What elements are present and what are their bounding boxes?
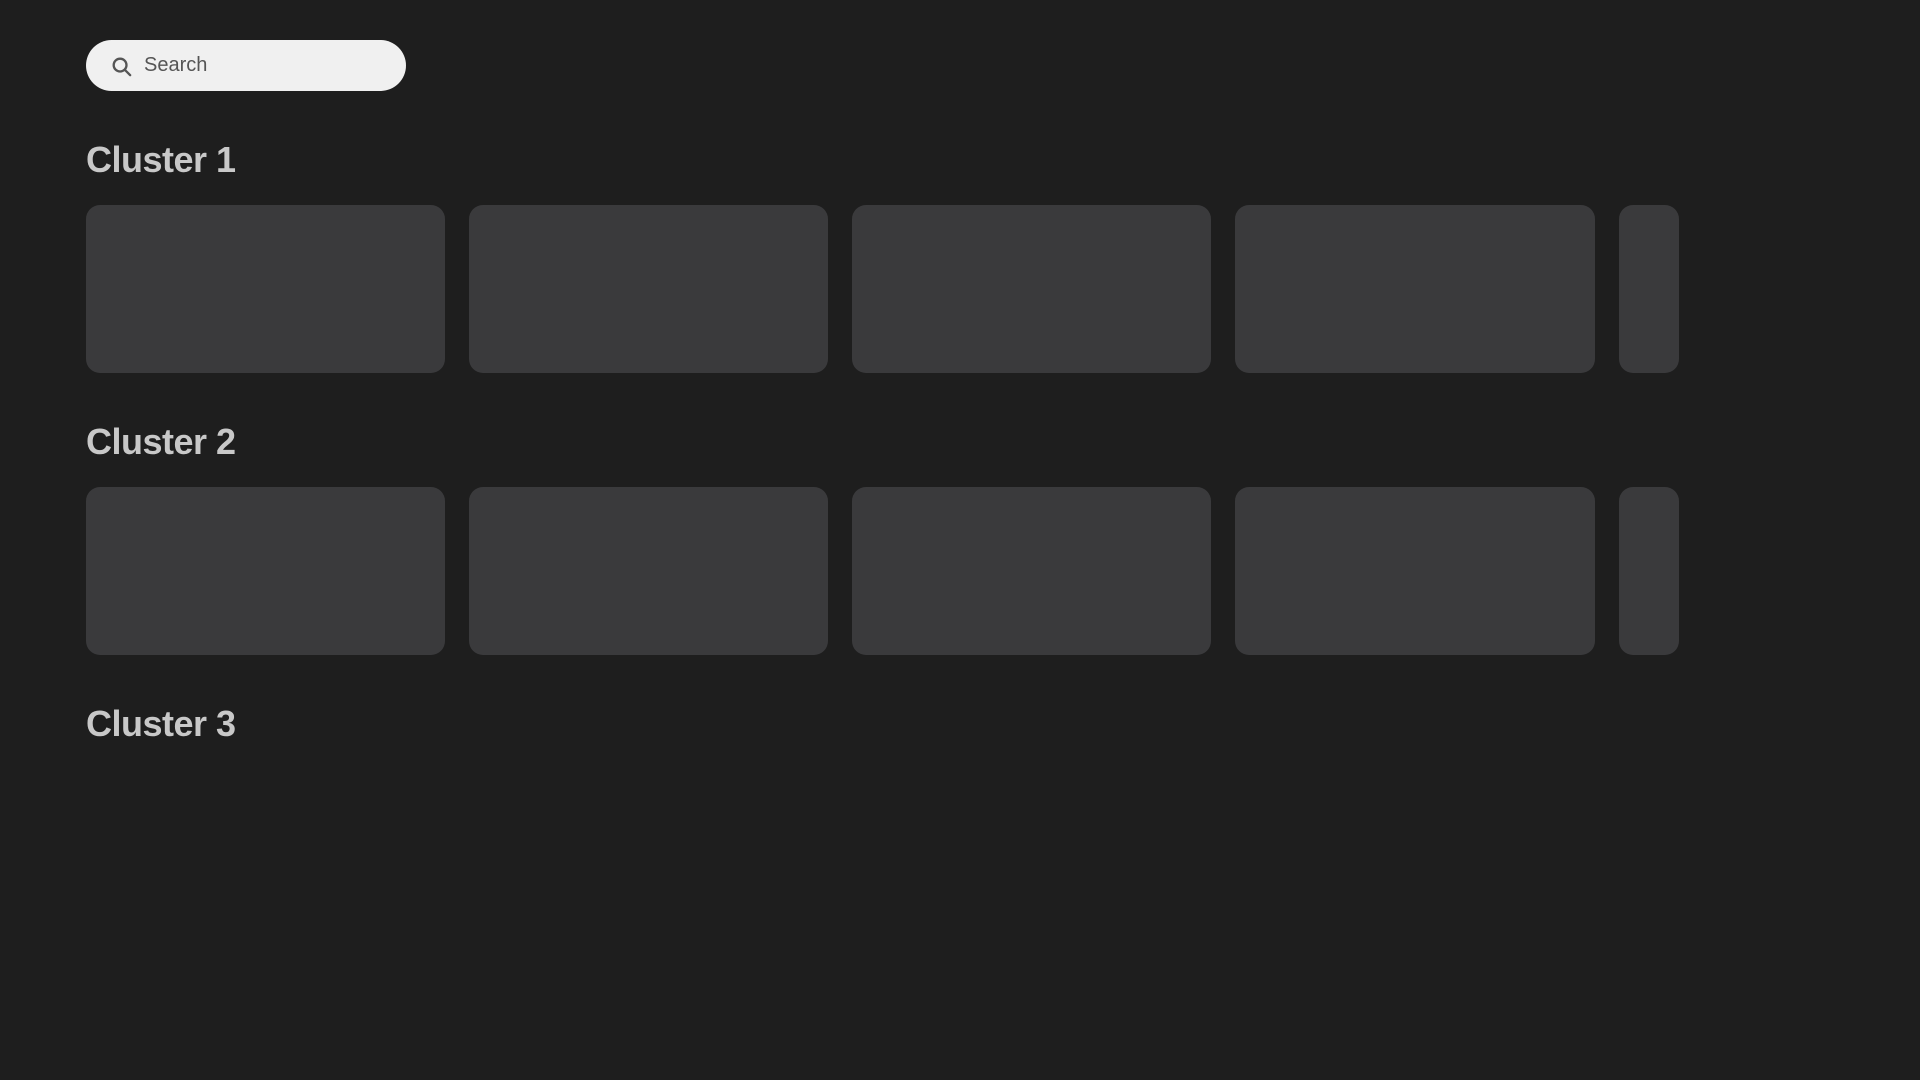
search-input[interactable]: [144, 54, 382, 77]
cluster-3-title: Cluster 3: [86, 703, 1834, 745]
cluster-card[interactable]: [1235, 205, 1594, 373]
cluster-2-section: Cluster 2: [86, 421, 1834, 655]
cluster-card[interactable]: [852, 487, 1211, 655]
cluster-1-section: Cluster 1: [86, 139, 1834, 373]
cluster-1-row: [86, 205, 1834, 373]
cluster-card[interactable]: [86, 487, 445, 655]
cluster-2-title: Cluster 2: [86, 421, 1834, 463]
cluster-3-section: Cluster 3: [86, 703, 1834, 745]
cluster-card-partial[interactable]: [1619, 487, 1679, 655]
cluster-card-partial[interactable]: [1619, 205, 1679, 373]
search-bar[interactable]: [86, 40, 406, 91]
cluster-card[interactable]: [469, 487, 828, 655]
search-icon: [110, 55, 132, 77]
cluster-card[interactable]: [86, 205, 445, 373]
cluster-1-title: Cluster 1: [86, 139, 1834, 181]
cluster-card[interactable]: [469, 205, 828, 373]
page-container: Cluster 1 Cluster 2 Cluster 3: [0, 0, 1920, 833]
cluster-2-row: [86, 487, 1834, 655]
cluster-card[interactable]: [852, 205, 1211, 373]
cluster-card[interactable]: [1235, 487, 1594, 655]
